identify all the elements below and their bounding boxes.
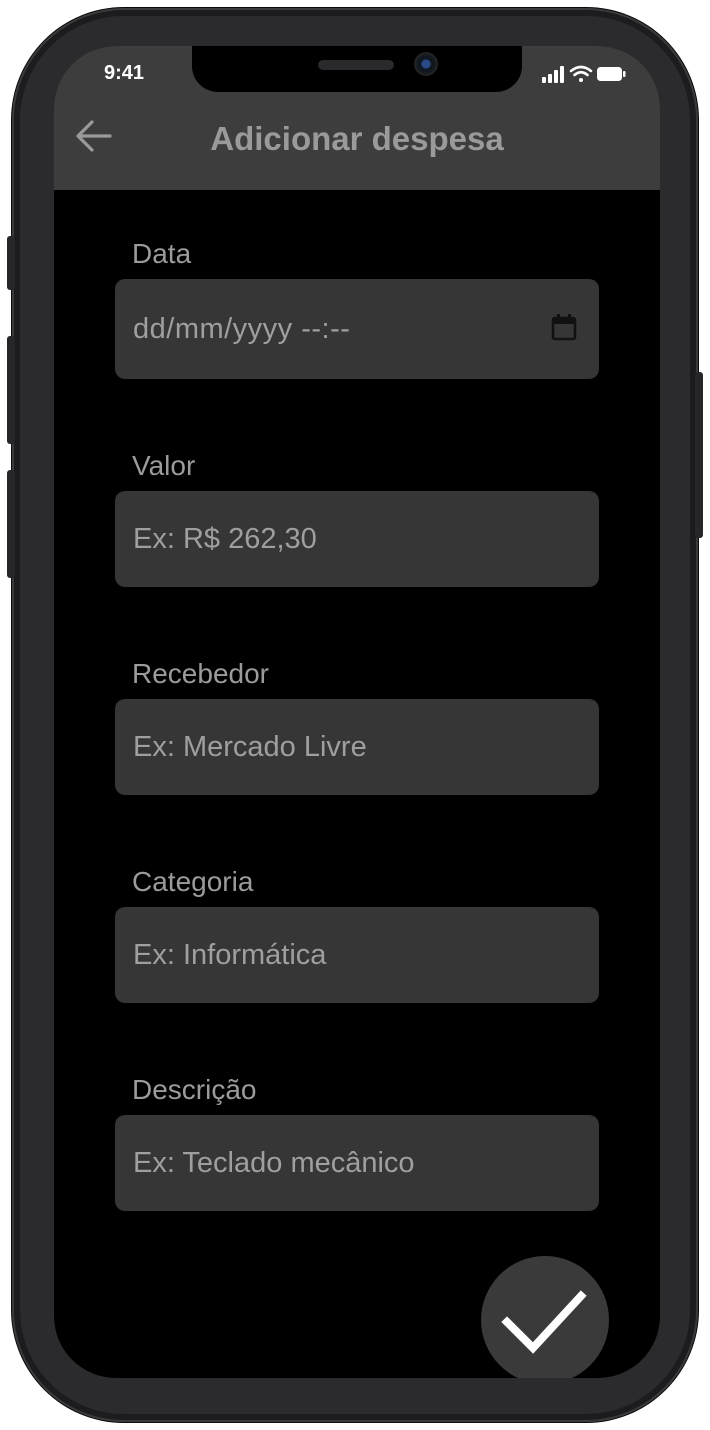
side-button-volume-down [7,470,15,578]
wifi-icon [569,65,593,82]
page-title: Adicionar despesa [210,120,504,157]
speaker-grille [318,60,394,70]
recipient-label: Recebedor [132,658,269,689]
value-input[interactable]: Ex: R$ 262,30 [115,491,599,587]
description-input[interactable]: Ex: Teclado mecânico [115,1115,599,1211]
status-icons [542,65,626,83]
side-button-mute [7,236,15,290]
date-placeholder: dd/mm/yyyy --:-- [133,312,351,345]
category-input[interactable]: Ex: Informática [115,907,599,1003]
camera-icon [414,52,438,76]
app-bar: 9:41 Adicionar despesa [54,46,660,190]
category-placeholder: Ex: Informática [133,938,327,971]
confirm-button[interactable] [481,1256,609,1378]
value-label: Valor [132,450,196,481]
description-label: Descrição [132,1074,257,1105]
recipient-placeholder: Ex: Mercado Livre [133,730,367,763]
checkmark-icon [501,1290,587,1354]
side-button-volume-up [7,336,15,444]
signal-icon [542,66,564,83]
date-input[interactable]: dd/mm/yyyy --:-- [115,279,599,379]
status-time: 9:41 [104,62,145,84]
calendar-icon[interactable] [551,313,577,341]
description-placeholder: Ex: Teclado mecânico [133,1146,415,1179]
battery-icon [597,67,626,81]
notch [192,46,522,92]
category-label: Categoria [132,866,254,897]
recipient-input[interactable]: Ex: Mercado Livre [115,699,599,795]
side-button-power [695,372,703,538]
value-placeholder: Ex: R$ 262,30 [133,522,317,555]
date-label: Data [132,238,192,269]
screen: 9:41 Adicionar despesa Data dd/mm/yyyy -… [54,46,660,1378]
